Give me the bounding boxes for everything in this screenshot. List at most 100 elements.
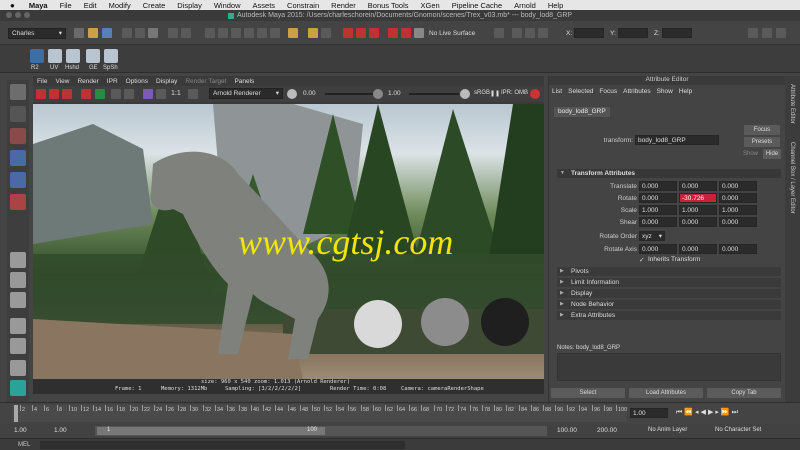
- menu-constrain[interactable]: Constrain: [281, 1, 325, 10]
- mask-handles-icon[interactable]: [218, 28, 228, 38]
- shelf-r2-icon[interactable]: [30, 49, 44, 63]
- menu-modify[interactable]: Modify: [103, 1, 137, 10]
- rv-menu-panels[interactable]: Panels: [230, 78, 258, 85]
- shelf-ge-icon[interactable]: [86, 49, 100, 63]
- absolute-mode-icon[interactable]: [538, 28, 548, 38]
- range-slider-handle[interactable]: [97, 427, 325, 435]
- menu-help[interactable]: Help: [542, 1, 569, 10]
- ratio-label[interactable]: 1:1: [171, 90, 181, 97]
- hide-button[interactable]: Hide: [763, 149, 781, 159]
- render-frame-icon[interactable]: [343, 28, 353, 38]
- select-tool-icon[interactable]: [10, 84, 26, 100]
- rgb-channels-icon[interactable]: [143, 89, 153, 99]
- transform-name-field[interactable]: body_lod8_GRP: [635, 135, 719, 145]
- load-attributes-button[interactable]: Load Attributes: [629, 388, 703, 398]
- menu-bonus-tools[interactable]: Bonus Tools: [362, 1, 415, 10]
- layout-four-icon[interactable]: [10, 272, 26, 288]
- minimize-window-button[interactable]: [15, 12, 21, 18]
- translate-y-field[interactable]: 0.000: [679, 181, 717, 191]
- section-node-behavior[interactable]: Node Behavior: [557, 300, 781, 309]
- snap-point-icon[interactable]: [288, 28, 298, 38]
- rotate-axis-x-field[interactable]: 0.000: [639, 244, 677, 254]
- copy-tab-button[interactable]: Copy Tab: [707, 388, 781, 398]
- menu-arnold[interactable]: Arnold: [508, 1, 542, 10]
- fit-image-icon[interactable]: [188, 89, 198, 99]
- transform-input-icon[interactable]: [512, 28, 522, 38]
- rotate-order-select[interactable]: xyz ▾: [639, 231, 665, 241]
- relative-mode-icon[interactable]: [525, 28, 535, 38]
- inherits-transform-checkbox[interactable]: ✓: [639, 256, 644, 264]
- ipr-icon[interactable]: [49, 89, 59, 99]
- save-scene-icon[interactable]: [102, 28, 112, 38]
- step-forward-key-icon[interactable]: ⏩: [721, 409, 732, 416]
- redo-render-icon[interactable]: [36, 89, 46, 99]
- exposure-icon[interactable]: [287, 89, 297, 99]
- select-hierarchy-icon[interactable]: [122, 28, 132, 38]
- section-limit-information[interactable]: Limit Information: [557, 278, 781, 287]
- shelf-hshd-icon[interactable]: [66, 49, 80, 63]
- rv-menu-options[interactable]: Options: [122, 78, 152, 85]
- go-end-icon[interactable]: ⏭: [732, 409, 740, 416]
- menu-set-select[interactable]: Charles ▾: [8, 28, 66, 39]
- section-display[interactable]: Display: [557, 289, 781, 298]
- menu-xgen[interactable]: XGen: [415, 1, 446, 10]
- scale-y-field[interactable]: 1.000: [679, 205, 717, 215]
- history-icon[interactable]: [321, 28, 331, 38]
- rv-menu-ipr[interactable]: IPR: [103, 78, 122, 85]
- section-transform-attributes[interactable]: Transform Attributes: [557, 169, 781, 178]
- maya-icon[interactable]: [10, 380, 26, 396]
- rv-menu-view[interactable]: View: [51, 78, 73, 85]
- tool-settings-icon[interactable]: [776, 28, 786, 38]
- apple-icon[interactable]: ●: [0, 1, 23, 10]
- current-time-marker[interactable]: [14, 405, 18, 422]
- hypershade-icon[interactable]: [388, 28, 398, 38]
- rv-menu-file[interactable]: File: [33, 78, 51, 85]
- playback-start-field[interactable]: 1.00: [54, 427, 67, 434]
- rotate-axis-y-field[interactable]: 0.000: [679, 244, 717, 254]
- rotate-y-field[interactable]: -30.726: [679, 193, 717, 203]
- rotate-axis-z-field[interactable]: 0.000: [719, 244, 757, 254]
- layout-outliner-icon[interactable]: [10, 318, 26, 334]
- sidebar-toggle-icon[interactable]: [748, 28, 758, 38]
- shelf-uv-icon[interactable]: [48, 49, 62, 63]
- close-window-button[interactable]: [6, 12, 12, 18]
- mask-surfaces-icon[interactable]: [257, 28, 267, 38]
- step-back-key-icon[interactable]: ⏪: [684, 409, 695, 416]
- select-button[interactable]: Select: [551, 388, 625, 398]
- mask-joints-icon[interactable]: [231, 28, 241, 38]
- tab-attribute-editor[interactable]: Attribute Editor: [789, 84, 795, 124]
- open-scene-icon[interactable]: [88, 28, 98, 38]
- rotate-z-field[interactable]: 0.000: [719, 193, 757, 203]
- paint-select-tool-icon[interactable]: [10, 128, 26, 144]
- menu-render[interactable]: Render: [325, 1, 362, 10]
- y-input[interactable]: [618, 28, 648, 38]
- translate-x-field[interactable]: 0.000: [639, 181, 677, 191]
- gamma-value[interactable]: 1.00: [388, 90, 401, 97]
- render-settings-icon[interactable]: [369, 28, 379, 38]
- start-time-field[interactable]: 1.00: [14, 427, 27, 434]
- ae-menu-list[interactable]: List: [549, 88, 565, 95]
- shelf-spsh-icon[interactable]: [104, 49, 118, 63]
- rv-menu-render[interactable]: Render: [73, 78, 102, 85]
- scale-z-field[interactable]: 1.000: [719, 205, 757, 215]
- rv-menu-display[interactable]: Display: [152, 78, 181, 85]
- keep-image-icon[interactable]: [111, 89, 121, 99]
- ae-menu-help[interactable]: Help: [676, 88, 695, 95]
- symmetry-icon[interactable]: [494, 28, 504, 38]
- menu-edit[interactable]: Edit: [78, 1, 103, 10]
- live-surface-icon[interactable]: [414, 28, 424, 38]
- menu-display[interactable]: Display: [171, 1, 208, 10]
- rv-menu-render-target[interactable]: Render Target: [181, 78, 230, 85]
- play-back-icon[interactable]: ◀: [701, 409, 708, 416]
- render-image[interactable]: www.cgtsj.com: [33, 104, 544, 379]
- snap-grid-icon[interactable]: [168, 28, 178, 38]
- ae-menu-selected[interactable]: Selected: [565, 88, 596, 95]
- menu-app-maya[interactable]: Maya: [23, 1, 54, 10]
- channel-box-icon[interactable]: [762, 28, 772, 38]
- menu-file[interactable]: File: [54, 1, 78, 10]
- gamma-slider[interactable]: [409, 93, 459, 95]
- section-extra-attributes[interactable]: Extra Attributes: [557, 311, 781, 320]
- color-space-label[interactable]: sRGB: [474, 90, 490, 96]
- layout-graph-icon[interactable]: [10, 338, 26, 354]
- layout-single-icon[interactable]: [10, 252, 26, 268]
